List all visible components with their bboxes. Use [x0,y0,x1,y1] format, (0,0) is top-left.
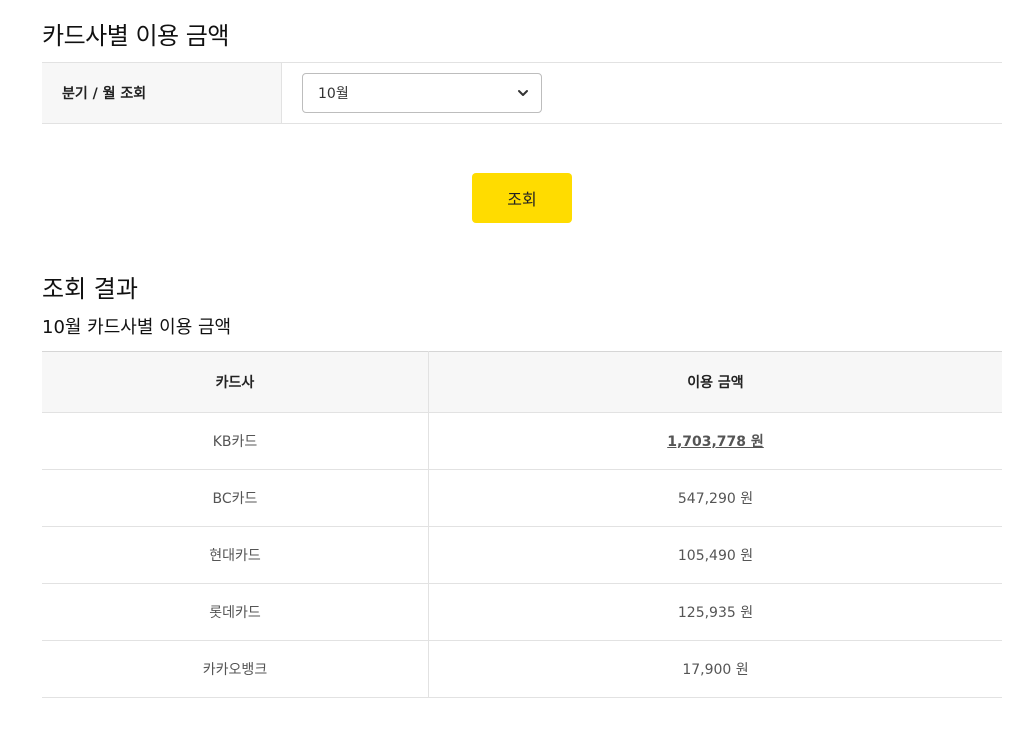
filter-row: 분기 / 월 조회 10월 [42,62,1002,124]
chevron-down-icon [517,87,529,99]
card-usage-table: 카드사 이용 금액 KB카드 1,703,778 원 BC카드 547,290 … [42,351,1002,698]
column-header-amount: 이용 금액 [428,351,1002,413]
amount-cell: 1,703,778 원 [428,412,1002,470]
amount-value: 105,490 원 [428,526,1002,584]
month-select-value: 10월 [318,86,349,102]
result-title: 조회 결과 [42,275,138,303]
card-name: 현대카드 [42,526,429,584]
amount-value: 125,935 원 [428,583,1002,641]
table-row: BC카드 547,290 원 [42,469,1002,527]
table-header-row: 카드사 이용 금액 [42,351,1002,413]
table-row: KB카드 1,703,778 원 [42,412,1002,470]
card-name: KB카드 [42,412,429,470]
page-title: 카드사별 이용 금액 [42,22,229,50]
filter-label: 분기 / 월 조회 [42,63,282,123]
column-header-card: 카드사 [42,351,429,413]
card-name: 롯데카드 [42,583,429,641]
table-row: 현대카드 105,490 원 [42,526,1002,584]
table-row: 롯데카드 125,935 원 [42,583,1002,641]
card-name: 카카오뱅크 [42,640,429,698]
card-name: BC카드 [42,469,429,527]
month-select[interactable]: 10월 [302,73,542,113]
amount-value: 547,290 원 [428,469,1002,527]
filter-control: 10월 [282,63,542,123]
amount-link[interactable]: 1,703,778 원 [667,434,764,450]
amount-value: 17,900 원 [428,640,1002,698]
search-button[interactable]: 조회 [472,173,572,223]
table-row: 카카오뱅크 17,900 원 [42,640,1002,698]
result-subtitle: 10월 카드사별 이용 금액 [42,317,232,338]
